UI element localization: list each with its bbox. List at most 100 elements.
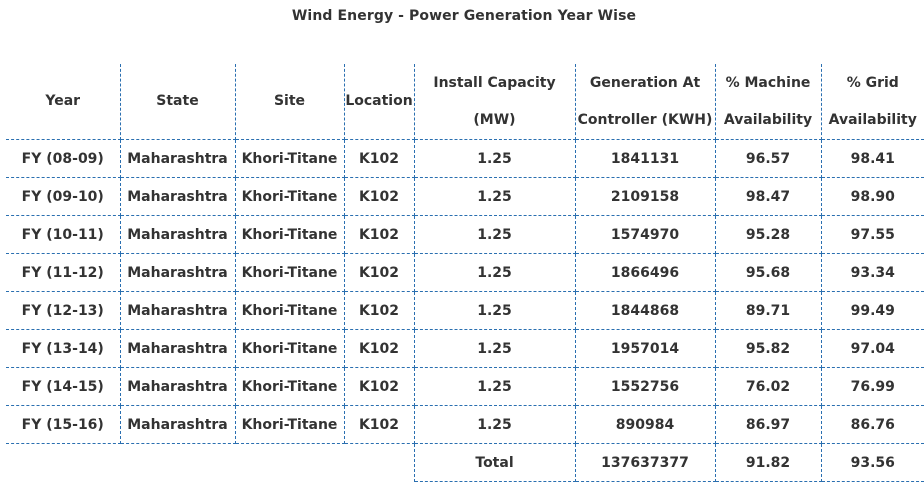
cell-machine-availability: 95.68 [715, 253, 822, 292]
cell-generation: 1866496 [575, 253, 716, 292]
header-generation-line1: Generation At [589, 74, 701, 91]
header-grid-availability: % Grid Availability [821, 64, 924, 140]
cell-location: K102 [344, 215, 415, 254]
cell-grid-availability: 93.34 [821, 253, 924, 292]
cell-state: Maharashtra [120, 139, 236, 178]
cell-generation: 1957014 [575, 329, 716, 368]
header-install-capacity-line1: Install Capacity [433, 74, 556, 91]
cell-state: Maharashtra [120, 367, 236, 406]
cell-grid-availability: 97.55 [821, 215, 924, 254]
cell-state: Maharashtra [120, 291, 236, 330]
cell-year: FY (13-14) [6, 329, 121, 368]
cell-location: K102 [344, 367, 415, 406]
header-install-capacity-line2: (MW) [473, 111, 516, 128]
generation-table: Year State Site Location Install Capacit… [6, 64, 924, 482]
cell-generation: 1574970 [575, 215, 716, 254]
cell-generation: 1844868 [575, 291, 716, 330]
cell-site: Khori-Titane [235, 291, 345, 330]
cell-capacity: 1.25 [414, 253, 576, 292]
cell-location: K102 [344, 291, 415, 330]
header-location: Location [344, 64, 415, 140]
cell-grid-availability: 99.49 [821, 291, 924, 330]
header-generation-line2: Controller (KWH) [577, 111, 713, 128]
cell-capacity: 1.25 [414, 329, 576, 368]
cell-site: Khori-Titane [235, 215, 345, 254]
cell-machine-availability: 98.47 [715, 177, 822, 216]
header-machine-line1: % Machine [725, 74, 811, 91]
total-spacer [6, 444, 120, 482]
cell-year: FY (14-15) [6, 367, 121, 406]
cell-year: FY (10-11) [6, 215, 121, 254]
table-row: FY (15-16) Maharashtra Khori-Titane K102… [6, 405, 924, 444]
cell-state: Maharashtra [120, 177, 236, 216]
cell-machine-availability: 86.97 [715, 405, 822, 444]
cell-year: FY (12-13) [6, 291, 121, 330]
cell-location: K102 [344, 329, 415, 368]
cell-machine-availability: 96.57 [715, 139, 822, 178]
page-title: Wind Energy - Power Generation Year Wise [291, 8, 637, 24]
total-row: Total 137637377 91.82 93.56 [6, 443, 924, 482]
header-site: Site [235, 64, 345, 140]
cell-capacity: 1.25 [414, 367, 576, 406]
cell-machine-availability: 76.02 [715, 367, 822, 406]
cell-generation: 1841131 [575, 139, 716, 178]
header-year: Year [6, 64, 121, 140]
cell-year: FY (08-09) [6, 139, 121, 178]
header-state: State [120, 64, 236, 140]
total-spacer [235, 444, 344, 482]
cell-site: Khori-Titane [235, 139, 345, 178]
cell-grid-availability: 76.99 [821, 367, 924, 406]
cell-machine-availability: 95.28 [715, 215, 822, 254]
table-row: FY (10-11) Maharashtra Khori-Titane K102… [6, 215, 924, 254]
cell-grid-availability: 86.76 [821, 405, 924, 444]
cell-capacity: 1.25 [414, 215, 576, 254]
table-row: FY (13-14) Maharashtra Khori-Titane K102… [6, 329, 924, 368]
table-row: FY (12-13) Maharashtra Khori-Titane K102… [6, 291, 924, 330]
cell-state: Maharashtra [120, 405, 236, 444]
header-machine-availability: % Machine Availability [715, 64, 822, 140]
total-spacer [344, 443, 415, 482]
cell-grid-availability: 97.04 [821, 329, 924, 368]
cell-generation: 890984 [575, 405, 716, 444]
header-grid-line1: % Grid [846, 74, 899, 91]
cell-generation: 1552756 [575, 367, 716, 406]
total-machine-availability: 91.82 [715, 443, 822, 482]
cell-capacity: 1.25 [414, 139, 576, 178]
header-generation: Generation At Controller (KWH) [575, 64, 716, 140]
cell-site: Khori-Titane [235, 253, 345, 292]
table-row: FY (09-10) Maharashtra Khori-Titane K102… [6, 177, 924, 216]
table-row: FY (08-09) Maharashtra Khori-Titane K102… [6, 139, 924, 178]
total-grid-availability: 93.56 [821, 443, 924, 482]
cell-location: K102 [344, 139, 415, 178]
cell-generation: 2109158 [575, 177, 716, 216]
cell-site: Khori-Titane [235, 405, 345, 444]
header-row: Year State Site Location Install Capacit… [6, 64, 924, 140]
cell-site: Khori-Titane [235, 367, 345, 406]
cell-site: Khori-Titane [235, 177, 345, 216]
cell-year: FY (11-12) [6, 253, 121, 292]
cell-year: FY (15-16) [6, 405, 121, 444]
cell-year: FY (09-10) [6, 177, 121, 216]
total-generation: 137637377 [575, 443, 716, 482]
cell-state: Maharashtra [120, 215, 236, 254]
cell-location: K102 [344, 253, 415, 292]
total-spacer [120, 444, 235, 482]
cell-state: Maharashtra [120, 329, 236, 368]
cell-capacity: 1.25 [414, 177, 576, 216]
cell-grid-availability: 98.41 [821, 139, 924, 178]
cell-grid-availability: 98.90 [821, 177, 924, 216]
header-install-capacity: Install Capacity (MW) [414, 64, 576, 140]
cell-machine-availability: 95.82 [715, 329, 822, 368]
cell-state: Maharashtra [120, 253, 236, 292]
cell-location: K102 [344, 177, 415, 216]
table-row: FY (11-12) Maharashtra Khori-Titane K102… [6, 253, 924, 292]
cell-capacity: 1.25 [414, 405, 576, 444]
cell-machine-availability: 89.71 [715, 291, 822, 330]
header-machine-line2: Availability [723, 111, 813, 128]
cell-site: Khori-Titane [235, 329, 345, 368]
cell-capacity: 1.25 [414, 291, 576, 330]
cell-location: K102 [344, 405, 415, 444]
header-grid-line2: Availability [828, 111, 917, 128]
total-label: Total [414, 443, 576, 482]
table-row: FY (14-15) Maharashtra Khori-Titane K102… [6, 367, 924, 406]
